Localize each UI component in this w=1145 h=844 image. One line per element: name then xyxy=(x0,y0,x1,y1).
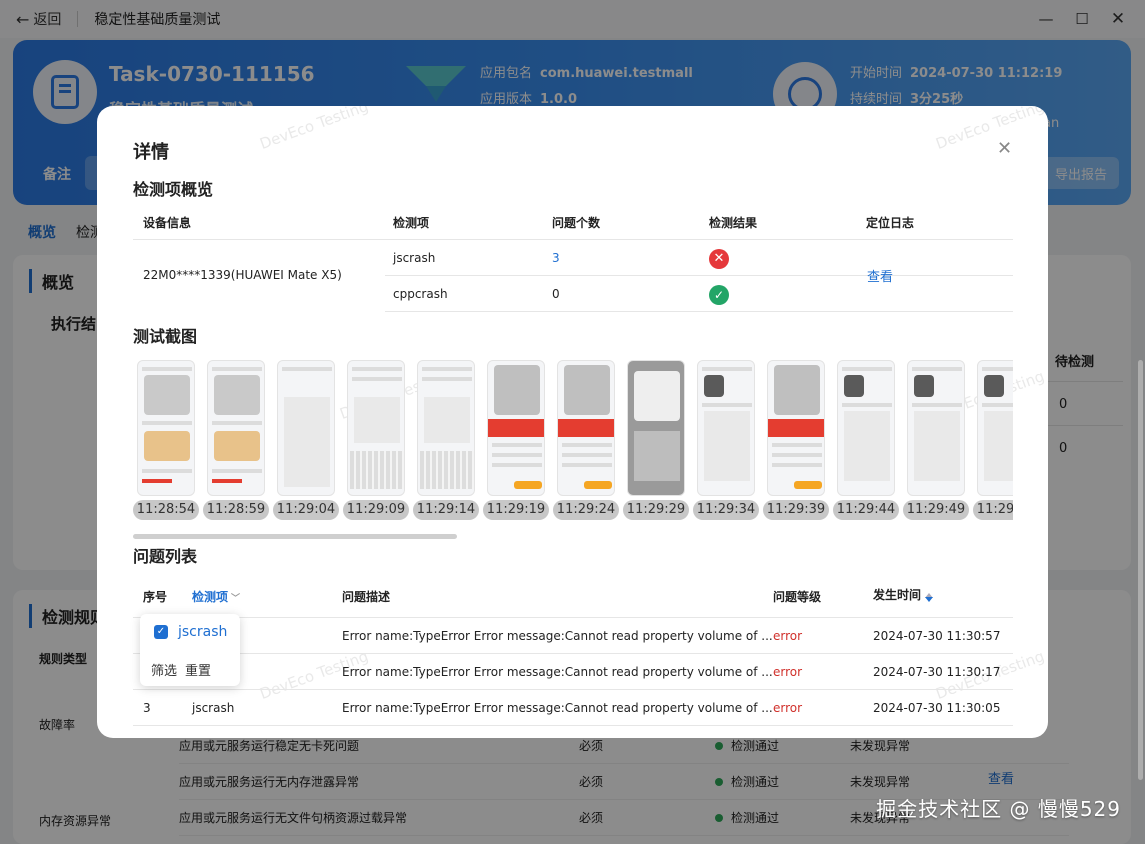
fail-icon: ✕ xyxy=(709,249,729,269)
screenshots-title: 测试截图 xyxy=(133,327,198,346)
screenshot-image xyxy=(977,360,1013,496)
issue-level: error xyxy=(773,665,803,679)
col-item: 检测项 xyxy=(393,216,430,230)
screenshot-time: 11:28:54 xyxy=(133,500,199,520)
issue-desc: Error name:TypeError Error message:Canno… xyxy=(342,629,773,643)
screenshot-image xyxy=(837,360,895,496)
filter-dropdown: ✓ jscrash 筛选 重置 xyxy=(140,614,240,686)
screenshot-image xyxy=(697,360,755,496)
col-device: 设备信息 xyxy=(143,216,192,230)
col-count: 问题个数 xyxy=(552,216,601,230)
page-scrollbar[interactable] xyxy=(1138,360,1143,780)
issues-table-header: 序号 检测项 ﹀ 问题描述 问题等级 发生时间 xyxy=(133,576,1013,618)
screenshot-image xyxy=(137,360,195,496)
overview-body: 22M0****1339(HUAWEI Mate X5) jscrash 3 ✕… xyxy=(133,240,1013,312)
overview-table: 设备信息 检测项 问题个数 检测结果 定位日志 22M0****1339(HUA… xyxy=(133,206,1013,312)
item-name: cppcrash xyxy=(393,287,448,301)
col-time-sort[interactable]: 发生时间 xyxy=(873,586,934,603)
issues-table: 序号 检测项﹀ 问题描述 问题等级 发生时间 1 jscrash Error n… xyxy=(133,576,1013,726)
screenshot-time: 11:29:49 xyxy=(903,500,969,520)
col-seq: 序号 xyxy=(143,590,168,604)
issue-count-link[interactable]: 3 xyxy=(552,251,560,265)
issue-level: error xyxy=(773,629,803,643)
overview-title: 检测项概览 xyxy=(133,180,214,199)
dialog-title: 详情 xyxy=(133,142,169,163)
issue-time: 2024-07-30 11:30:05 xyxy=(873,701,1001,715)
issue-desc: Error name:TypeError Error message:Canno… xyxy=(342,665,773,679)
checkbox-checked-icon[interactable]: ✓ xyxy=(154,625,168,639)
table-row[interactable]: 2 jscrash Error name:TypeError Error mes… xyxy=(133,654,1013,690)
screenshot-strip[interactable]: 11:28:54 11:28:59 11:29:04 11:29:09 11:29:14… xyxy=(133,360,1013,524)
table-row[interactable]: 3 jscrash Error name:TypeError Error mes… xyxy=(133,690,1013,726)
screenshot-image xyxy=(767,360,825,496)
col-result: 检测结果 xyxy=(709,216,758,230)
screenshot-image xyxy=(907,360,965,496)
table-row[interactable]: 1 jscrash Error name:TypeError Error mes… xyxy=(133,618,1013,654)
screenshot-image xyxy=(627,360,685,496)
sort-desc-icon xyxy=(925,597,934,602)
device-info: 22M0****1339(HUAWEI Mate X5) xyxy=(143,268,342,282)
filter-option-jscrash[interactable]: ✓ jscrash xyxy=(154,624,227,640)
issue-level: error xyxy=(773,701,803,715)
screenshot-image xyxy=(417,360,475,496)
screenshot-time: 11:29:34 xyxy=(693,500,759,520)
col-item-filter[interactable]: 检测项 ﹀ xyxy=(192,588,240,605)
watermark: DevEco Testing xyxy=(257,106,371,153)
screenshot-scrollbar[interactable] xyxy=(133,534,457,539)
issue-count: 0 xyxy=(552,287,560,301)
issue-item: jscrash xyxy=(192,701,235,715)
screenshot-time: 11:29:39 xyxy=(763,500,829,520)
screenshot-image xyxy=(277,360,335,496)
col-desc: 问题描述 xyxy=(342,590,391,604)
screenshot-time: 11:29:54 xyxy=(973,500,1013,520)
view-log-link[interactable]: 查看 xyxy=(867,266,893,285)
screenshot-time: 11:29:24 xyxy=(553,500,619,520)
screenshot-time: 11:28:59 xyxy=(203,500,269,520)
screenshot-image xyxy=(557,360,615,496)
close-icon[interactable]: ✕ xyxy=(997,138,1012,159)
overview-row: cppcrash 0 ✓ xyxy=(385,276,1013,312)
screenshot-time: 11:29:29 xyxy=(623,500,689,520)
screenshot-time: 11:29:19 xyxy=(483,500,549,520)
overview-row: jscrash 3 ✕ xyxy=(385,240,1013,276)
watermark: DevEco Testing xyxy=(933,106,1047,153)
issue-desc: Error name:TypeError Error message:Canno… xyxy=(342,701,773,715)
issues-title: 问题列表 xyxy=(133,547,198,566)
col-level: 问题等级 xyxy=(773,590,822,604)
screenshot-image xyxy=(347,360,405,496)
filter-actions: 筛选 重置 xyxy=(151,660,211,679)
issue-seq: 3 xyxy=(143,701,151,715)
filter-apply-button[interactable]: 筛选 xyxy=(151,660,177,679)
issue-time: 2024-07-30 11:30:57 xyxy=(873,629,1001,643)
screenshot-time: 11:29:44 xyxy=(833,500,899,520)
screenshot-time: 11:29:04 xyxy=(273,500,339,520)
overview-table-header: 设备信息 检测项 问题个数 检测结果 定位日志 xyxy=(133,206,1013,240)
pass-icon: ✓ xyxy=(709,285,729,305)
issue-time: 2024-07-30 11:30:17 xyxy=(873,665,1001,679)
screenshot-time: 11:29:14 xyxy=(413,500,479,520)
screenshot-image xyxy=(207,360,265,496)
filter-option-label: jscrash xyxy=(178,624,228,640)
item-name: jscrash xyxy=(393,251,436,265)
col-log: 定位日志 xyxy=(866,216,915,230)
corner-watermark: 掘金技术社区 @ 慢慢529 xyxy=(876,797,1121,821)
screenshot-time: 11:29:09 xyxy=(343,500,409,520)
chevron-down-icon: ﹀ xyxy=(231,594,241,604)
filter-reset-button[interactable]: 重置 xyxy=(185,660,211,679)
screenshot-image xyxy=(487,360,545,496)
